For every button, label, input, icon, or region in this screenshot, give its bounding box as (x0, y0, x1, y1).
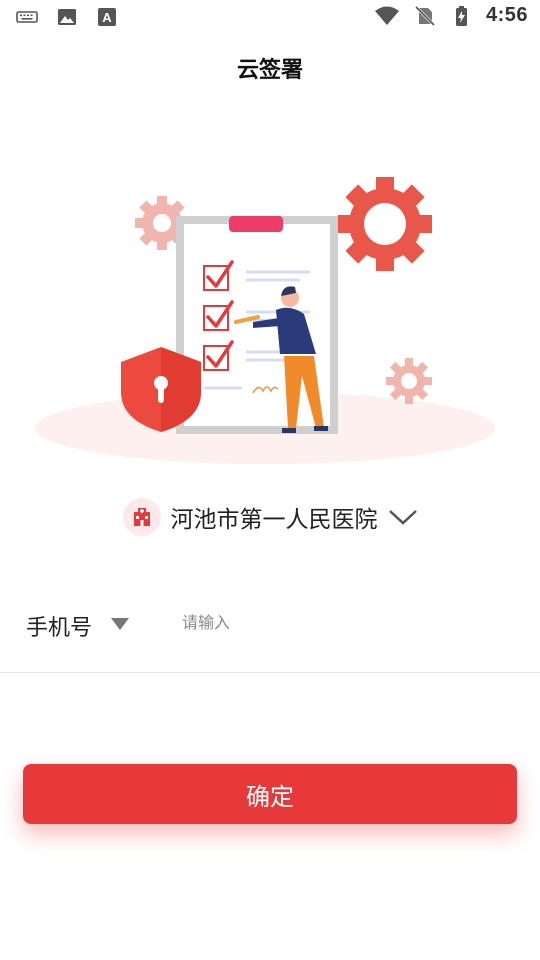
wifi-icon (374, 6, 399, 25)
page-title: 云签署 (236, 58, 303, 83)
confirm-button[interactable]: 确定 (23, 764, 517, 824)
no-sim-icon (414, 5, 436, 26)
divider (0, 672, 540, 673)
status-time: 4:56 (485, 4, 528, 26)
hospital-selector[interactable]: 河池市第一人民医院 (0, 495, 540, 539)
hospital-name: 河池市第一人民医院 (170, 507, 378, 533)
hospital-icon (133, 508, 150, 526)
hospital-icon-badge (122, 498, 161, 536)
image-icon (58, 9, 76, 25)
svg-text:A: A (102, 10, 112, 25)
battery-charging-icon (455, 5, 467, 26)
chevron-down-icon[interactable] (388, 507, 418, 527)
caret-down-icon[interactable] (110, 617, 130, 631)
font-icon: A (98, 8, 116, 26)
status-bar: A 4:56 (0, 0, 540, 36)
phone-row: 手机号 (0, 598, 540, 652)
phone-input[interactable] (172, 604, 522, 640)
gear-icon (338, 177, 432, 271)
phone-label[interactable]: 手机号 (26, 610, 92, 642)
gear-icon (386, 358, 432, 404)
keyboard-icon (16, 11, 38, 23)
hero-illustration (35, 177, 495, 464)
